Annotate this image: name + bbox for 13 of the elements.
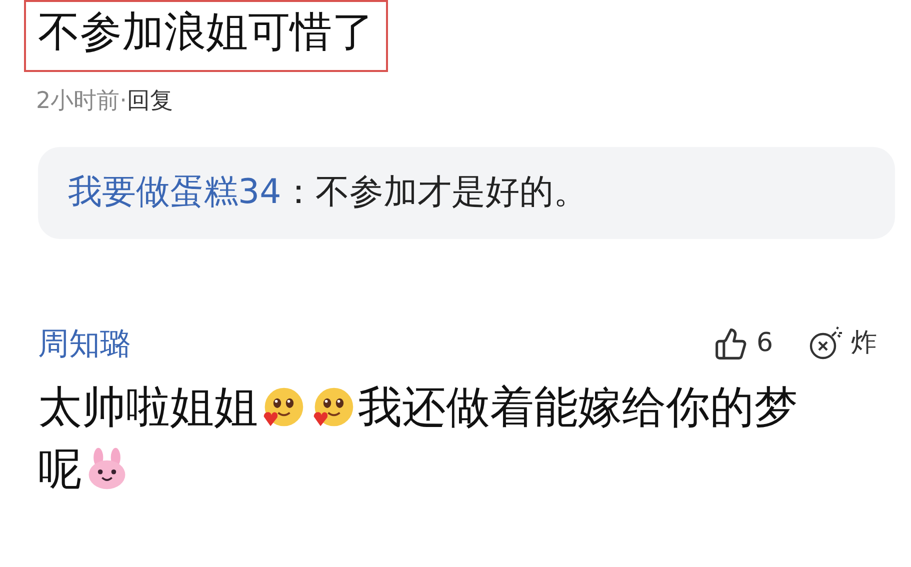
commenter-name[interactable]: 周知璐	[38, 320, 131, 367]
comment-text: 太帅啦姐姐 我还做着能嫁给你的梦呢	[38, 381, 799, 497]
reply-author[interactable]: 我要做蛋糕34	[68, 167, 282, 218]
thumbs-up-icon[interactable]	[714, 326, 748, 361]
timestamp: 2小时前	[36, 87, 120, 116]
bomb-label[interactable]: 炸	[851, 324, 877, 364]
separator-dot: ·	[120, 87, 127, 116]
comment-text: 不参加浪姐可惜了	[38, 7, 374, 56]
bomb-icon[interactable]	[807, 326, 843, 362]
reply-colon: ：	[281, 171, 316, 214]
reply-link[interactable]: 回复	[126, 84, 173, 118]
like-count: 6	[756, 327, 773, 360]
reply-text: 不参加才是好的。	[315, 171, 588, 214]
